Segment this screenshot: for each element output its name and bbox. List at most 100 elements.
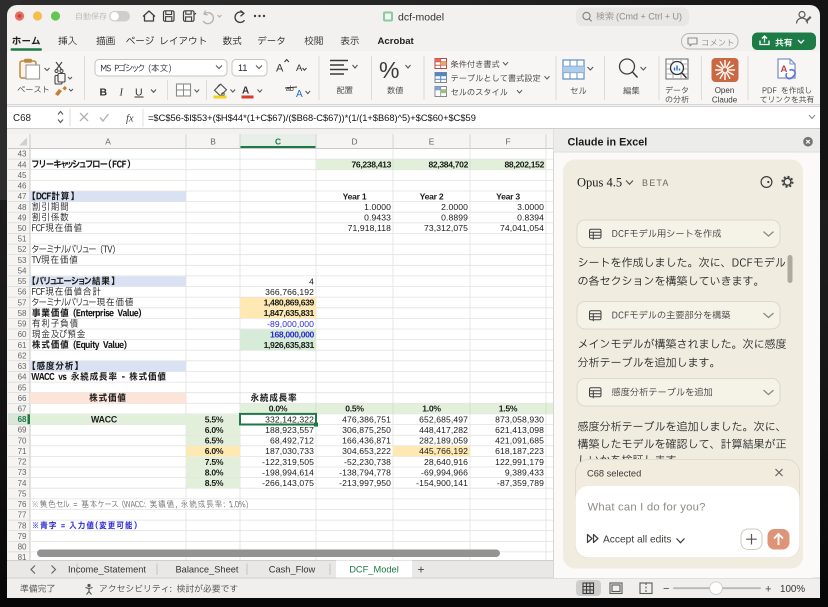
svg-text:44: 44 xyxy=(18,160,27,169)
svg-text:-213,997,950: -213,997,950 xyxy=(339,478,391,488)
svg-text:-154,900,141: -154,900,141 xyxy=(416,478,468,488)
svg-text:71,918,118: 71,918,118 xyxy=(348,223,391,233)
svg-text:9,389,433: 9,389,433 xyxy=(505,467,544,477)
svg-text:Acrobat: Acrobat xyxy=(378,36,415,47)
svg-text:65: 65 xyxy=(18,383,27,392)
svg-text:188,923,557: 188,923,557 xyxy=(265,425,314,435)
svg-text:C: C xyxy=(275,137,281,147)
svg-text:4: 4 xyxy=(309,276,314,286)
svg-text:1.0000: 1.0000 xyxy=(364,202,391,212)
svg-text:54: 54 xyxy=(18,266,27,275)
svg-text:28,640,916: 28,640,916 xyxy=(424,457,468,467)
svg-text:1.5%: 1.5% xyxy=(499,404,518,414)
svg-text:74: 74 xyxy=(18,479,27,488)
svg-text:445,766,192: 445,766,192 xyxy=(419,446,468,456)
svg-text:59: 59 xyxy=(18,320,27,329)
svg-text:WACC: WACC xyxy=(91,414,118,424)
svg-text:−: − xyxy=(663,583,669,595)
svg-text:43: 43 xyxy=(18,150,27,159)
svg-text:3.0000: 3.0000 xyxy=(517,202,544,212)
svg-text:%: % xyxy=(379,57,399,83)
svg-text:-122,319,505: -122,319,505 xyxy=(262,457,314,467)
svg-text:873,058,930: 873,058,930 xyxy=(495,414,544,424)
svg-text:Accept all edits: Accept all edits xyxy=(603,535,672,546)
svg-text:100%: 100% xyxy=(780,584,805,595)
svg-text:71: 71 xyxy=(18,447,27,456)
svg-text:77: 77 xyxy=(18,511,27,520)
svg-text:46: 46 xyxy=(18,182,27,191)
svg-text:7.5%: 7.5% xyxy=(205,457,224,467)
svg-text:F: F xyxy=(505,137,510,147)
svg-text:Balance_Sheet: Balance_Sheet xyxy=(175,565,238,575)
svg-text:304,653,222: 304,653,222 xyxy=(342,446,391,456)
svg-text:75: 75 xyxy=(18,489,27,498)
svg-text:366,766,192: 366,766,192 xyxy=(265,287,314,297)
svg-text:What can I do for you?: What can I do for you? xyxy=(588,502,706,514)
svg-text:621,413,098: 621,413,098 xyxy=(495,425,544,435)
svg-text:1.0%: 1.0% xyxy=(422,404,441,414)
svg-text:Year 2: Year 2 xyxy=(420,191,444,201)
svg-text:53: 53 xyxy=(18,256,27,265)
svg-text:76,238,413: 76,238,413 xyxy=(351,160,391,170)
svg-text:-89,000,000: -89,000,000 xyxy=(267,319,314,329)
svg-text:11: 11 xyxy=(238,63,247,73)
svg-text:1,926,635,831: 1,926,635,831 xyxy=(264,340,315,350)
svg-text:47: 47 xyxy=(18,192,27,201)
svg-text:618,187,223: 618,187,223 xyxy=(495,446,544,456)
svg-text:-138,794,778: -138,794,778 xyxy=(339,467,391,477)
svg-text:-52,230,738: -52,230,738 xyxy=(344,457,391,467)
svg-text:64: 64 xyxy=(18,373,27,382)
svg-text:74,041,054: 74,041,054 xyxy=(500,223,544,233)
svg-text:0.9433: 0.9433 xyxy=(364,213,391,223)
svg-text:168,000,000: 168,000,000 xyxy=(270,329,315,339)
svg-text:67: 67 xyxy=(18,404,27,413)
svg-text:8.0%: 8.0% xyxy=(205,467,224,477)
svg-text:6.0%: 6.0% xyxy=(205,446,224,456)
svg-text:fx: fx xyxy=(126,114,134,125)
svg-text:0.0%: 0.0% xyxy=(269,404,288,414)
svg-text:A: A xyxy=(276,63,284,75)
svg-text:78: 78 xyxy=(18,521,27,530)
svg-text:282,189,059: 282,189,059 xyxy=(419,436,468,446)
svg-text:DCF_Model: DCF_Model xyxy=(349,565,399,575)
svg-text:-198,994,614: -198,994,614 xyxy=(262,467,314,477)
svg-text:C68 selected: C68 selected xyxy=(587,468,641,478)
svg-text:1,480,869,639: 1,480,869,639 xyxy=(264,298,315,308)
svg-text:B: B xyxy=(100,87,108,99)
svg-text:Year 1: Year 1 xyxy=(343,191,367,201)
svg-text:73,312,075: 73,312,075 xyxy=(424,223,468,233)
svg-text:60: 60 xyxy=(18,330,27,339)
svg-text:Year 3: Year 3 xyxy=(496,191,520,201)
svg-text:+: + xyxy=(765,584,771,596)
svg-text:66: 66 xyxy=(18,394,27,403)
svg-text:51: 51 xyxy=(18,235,27,244)
svg-text:-87,359,789: -87,359,789 xyxy=(497,478,544,488)
svg-text:62: 62 xyxy=(18,351,27,360)
svg-text:48: 48 xyxy=(18,203,27,212)
svg-text:63: 63 xyxy=(18,362,27,371)
svg-text:+: + xyxy=(417,563,424,577)
svg-text:(Cmd + Ctrl + U): (Cmd + Ctrl + U) xyxy=(616,11,682,21)
svg-text:Opus 4.5: Opus 4.5 xyxy=(577,176,622,190)
svg-text:C68: C68 xyxy=(13,113,32,124)
svg-text:Claude in Excel: Claude in Excel xyxy=(568,136,648,148)
svg-text:122,991,179: 122,991,179 xyxy=(495,457,544,467)
svg-text:5.5%: 5.5% xyxy=(205,414,224,424)
svg-text:A: A xyxy=(296,89,303,100)
svg-text:73: 73 xyxy=(18,468,27,477)
svg-text:6.0%: 6.0% xyxy=(205,425,224,435)
svg-text:61: 61 xyxy=(18,341,27,350)
svg-text:72: 72 xyxy=(18,458,27,467)
svg-text:E: E xyxy=(429,137,435,147)
svg-text:A: A xyxy=(296,63,303,74)
svg-text:306,875,250: 306,875,250 xyxy=(342,425,391,435)
svg-text:Income_Statement: Income_Statement xyxy=(68,565,146,575)
svg-text:421,091,685: 421,091,685 xyxy=(495,436,544,446)
svg-text:57: 57 xyxy=(18,298,27,307)
svg-text:76: 76 xyxy=(18,500,27,509)
svg-text:68: 68 xyxy=(18,415,27,424)
svg-text:Claude: Claude xyxy=(712,95,738,104)
svg-text:45: 45 xyxy=(18,171,27,180)
svg-text:Cash_Flow: Cash_Flow xyxy=(269,565,316,575)
svg-text:50: 50 xyxy=(18,224,27,233)
